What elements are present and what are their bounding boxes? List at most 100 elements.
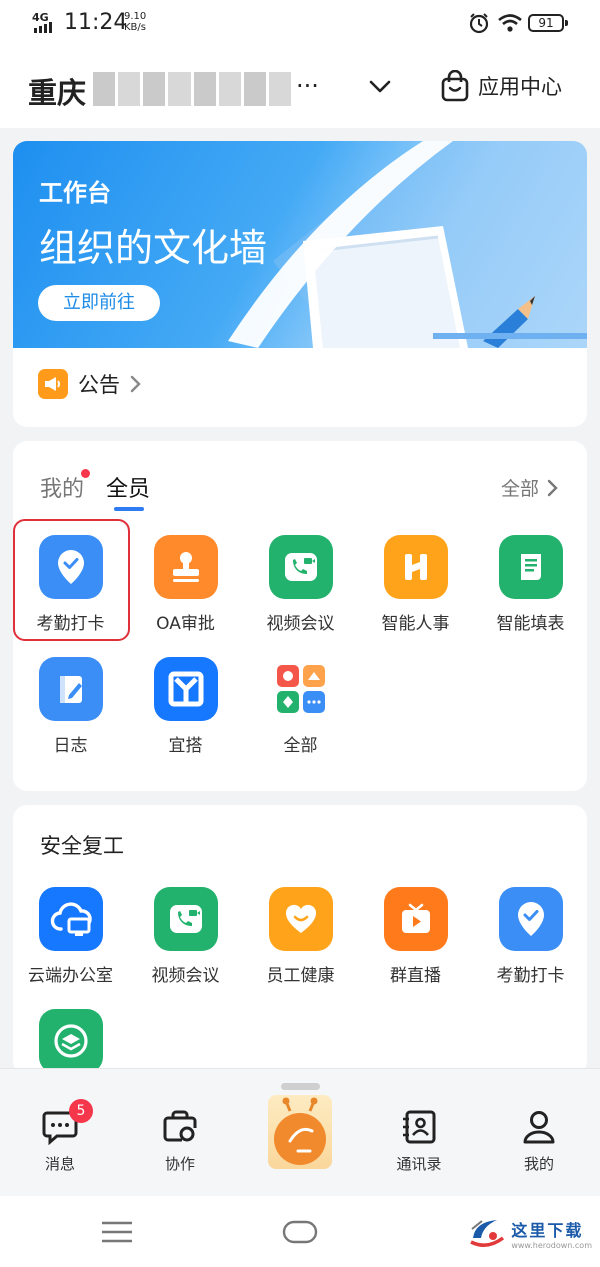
app-attendance-2[interactable]: 考勤打卡 [473,887,587,986]
chevron-down-icon[interactable] [368,76,392,96]
contacts-icon [403,1110,436,1144]
wifi-icon [498,14,522,32]
alarm-icon [469,13,489,34]
app-smart-hr[interactable]: 智能人事 [358,535,473,634]
watermark-logo-icon [470,1220,505,1247]
app-oa-approval[interactable]: OA审批 [128,535,243,634]
hr-icon [383,535,448,599]
app-center-label: 应用中心 [478,75,562,99]
app-label: 员工健康 [266,966,335,986]
nav-label: 消息 [44,1155,75,1173]
app-group-live[interactable]: 群直播 [358,887,473,986]
nav-messages[interactable]: 5 消息 [15,1099,105,1174]
location-check-icon [498,887,563,951]
app-journal[interactable]: 日志 [13,657,128,756]
chevron-right-icon [130,375,141,393]
culture-wall-banner[interactable]: 工作台 组织的文化墙 立即前往 [13,141,587,348]
app-staff-health[interactable]: 员工健康 [243,887,358,986]
app-label: 日志 [53,736,88,756]
app-yida[interactable]: 宜搭 [128,657,243,756]
watermark-url: www.herodown.com [511,1240,592,1250]
app-label: 视频会议 [151,966,220,986]
app-center-button[interactable]: 应用中心 [440,70,562,102]
app-label: 群直播 [390,966,441,986]
home-icon[interactable] [282,1220,318,1244]
all-apps-icon [268,657,333,721]
tab-mine-label: 我的 [40,477,85,502]
tab-all-staff-label: 全员 [106,477,151,502]
yida-icon [153,657,218,721]
app-label: 考勤打卡 [36,614,105,634]
app-label: 全部 [283,736,318,756]
watermark: 这里下载 www.herodown.com [467,1216,592,1250]
app-label: 考勤打卡 [496,966,565,986]
nav-label: 我的 [523,1155,554,1173]
safe-return-card: 安全复工 云端办公室 视频会议 员工健康 群直播 考勤打卡 [13,805,587,1075]
watermark-text: 这里下载 [511,1220,584,1240]
mascot-icon[interactable] [268,1095,332,1169]
apps-card: 我的 全员 全部 考勤打卡 OA审批 视频会议 智能人事 智能填表 日志 宜搭 … [13,441,587,791]
speed-unit: KB/s [124,22,146,33]
status-bar: 4G 11:24 9.10 KB/s 91 [0,0,600,50]
notice-entry[interactable]: 公告 [38,369,142,399]
section-title: 安全复工 [40,834,124,858]
app-label: 宜搭 [168,736,203,756]
signal-icon [34,22,52,33]
unread-dot [81,469,91,478]
location-check-icon [38,535,103,599]
nav-label: 协作 [164,1155,195,1173]
banner-card: 工作台 组织的文化墙 立即前往 公告 [13,141,587,427]
app-smart-form[interactable]: 智能填表 [473,535,587,634]
shopping-bag-icon [441,70,469,102]
drag-handle[interactable] [281,1083,320,1090]
notice-label: 公告 [78,373,120,397]
app-video-meeting-2[interactable]: 视频会议 [128,887,243,986]
active-tab-indicator [114,507,145,511]
app-attendance[interactable]: 考勤打卡 [13,535,128,634]
battery-indicator: 91 [528,14,568,32]
go-now-button[interactable]: 立即前往 [38,285,160,321]
view-all-label: 全部 [500,478,539,500]
status-time: 11:24 [64,10,128,35]
app-label: 智能人事 [381,614,450,634]
nav-me[interactable]: 我的 [494,1109,584,1174]
unread-badge: 5 [69,1099,93,1123]
megaphone-icon [38,369,68,399]
system-navigation-bar: 这里下载 www.herodown.com [0,1196,600,1267]
app-header: 重庆 ··· 应用中心 [0,50,600,128]
app-label: OA审批 [156,614,215,634]
app-label: 云端办公室 [28,966,113,986]
nav-contacts[interactable]: 通讯录 [374,1109,464,1174]
journal-icon [38,657,103,721]
cloud-office-icon [38,887,103,951]
tab-mine[interactable]: 我的 [40,469,91,503]
live-tv-icon [383,887,448,951]
org-name[interactable]: 重庆 [28,70,86,112]
speed-value: 9.10 [124,11,147,22]
video-call-icon [153,887,218,951]
app-label: 智能填表 [496,614,565,634]
view-all-button[interactable]: 全部 [501,474,559,501]
nav-label: 通讯录 [396,1155,442,1173]
menu-icon[interactable] [101,1221,133,1243]
stamp-icon [153,535,218,599]
app-all[interactable]: 全部 [243,657,358,756]
redacted-org-name [93,72,291,106]
form-icon [498,535,563,599]
video-call-icon [268,535,333,599]
nav-collaborate[interactable]: 协作 [135,1109,225,1174]
collaborate-icon [163,1110,197,1142]
org-name-ellipsis: ··· [296,72,319,100]
chevron-right-icon [547,479,558,496]
banner-title: 组织的文化墙 [39,226,268,270]
app-layers[interactable] [13,1009,128,1073]
app-video-meeting[interactable]: 视频会议 [243,535,358,634]
layers-icon [38,1009,103,1073]
profile-icon [523,1111,555,1144]
bottom-tab-bar: 5 消息 协作 通讯录 我的 [0,1068,600,1196]
network-speed: 9.10 KB/s [124,11,146,33]
app-label: 视频会议 [266,614,335,634]
app-cloud-office[interactable]: 云端办公室 [13,887,128,986]
tab-all-staff[interactable]: 全员 [106,471,151,511]
heart-icon [268,887,333,951]
